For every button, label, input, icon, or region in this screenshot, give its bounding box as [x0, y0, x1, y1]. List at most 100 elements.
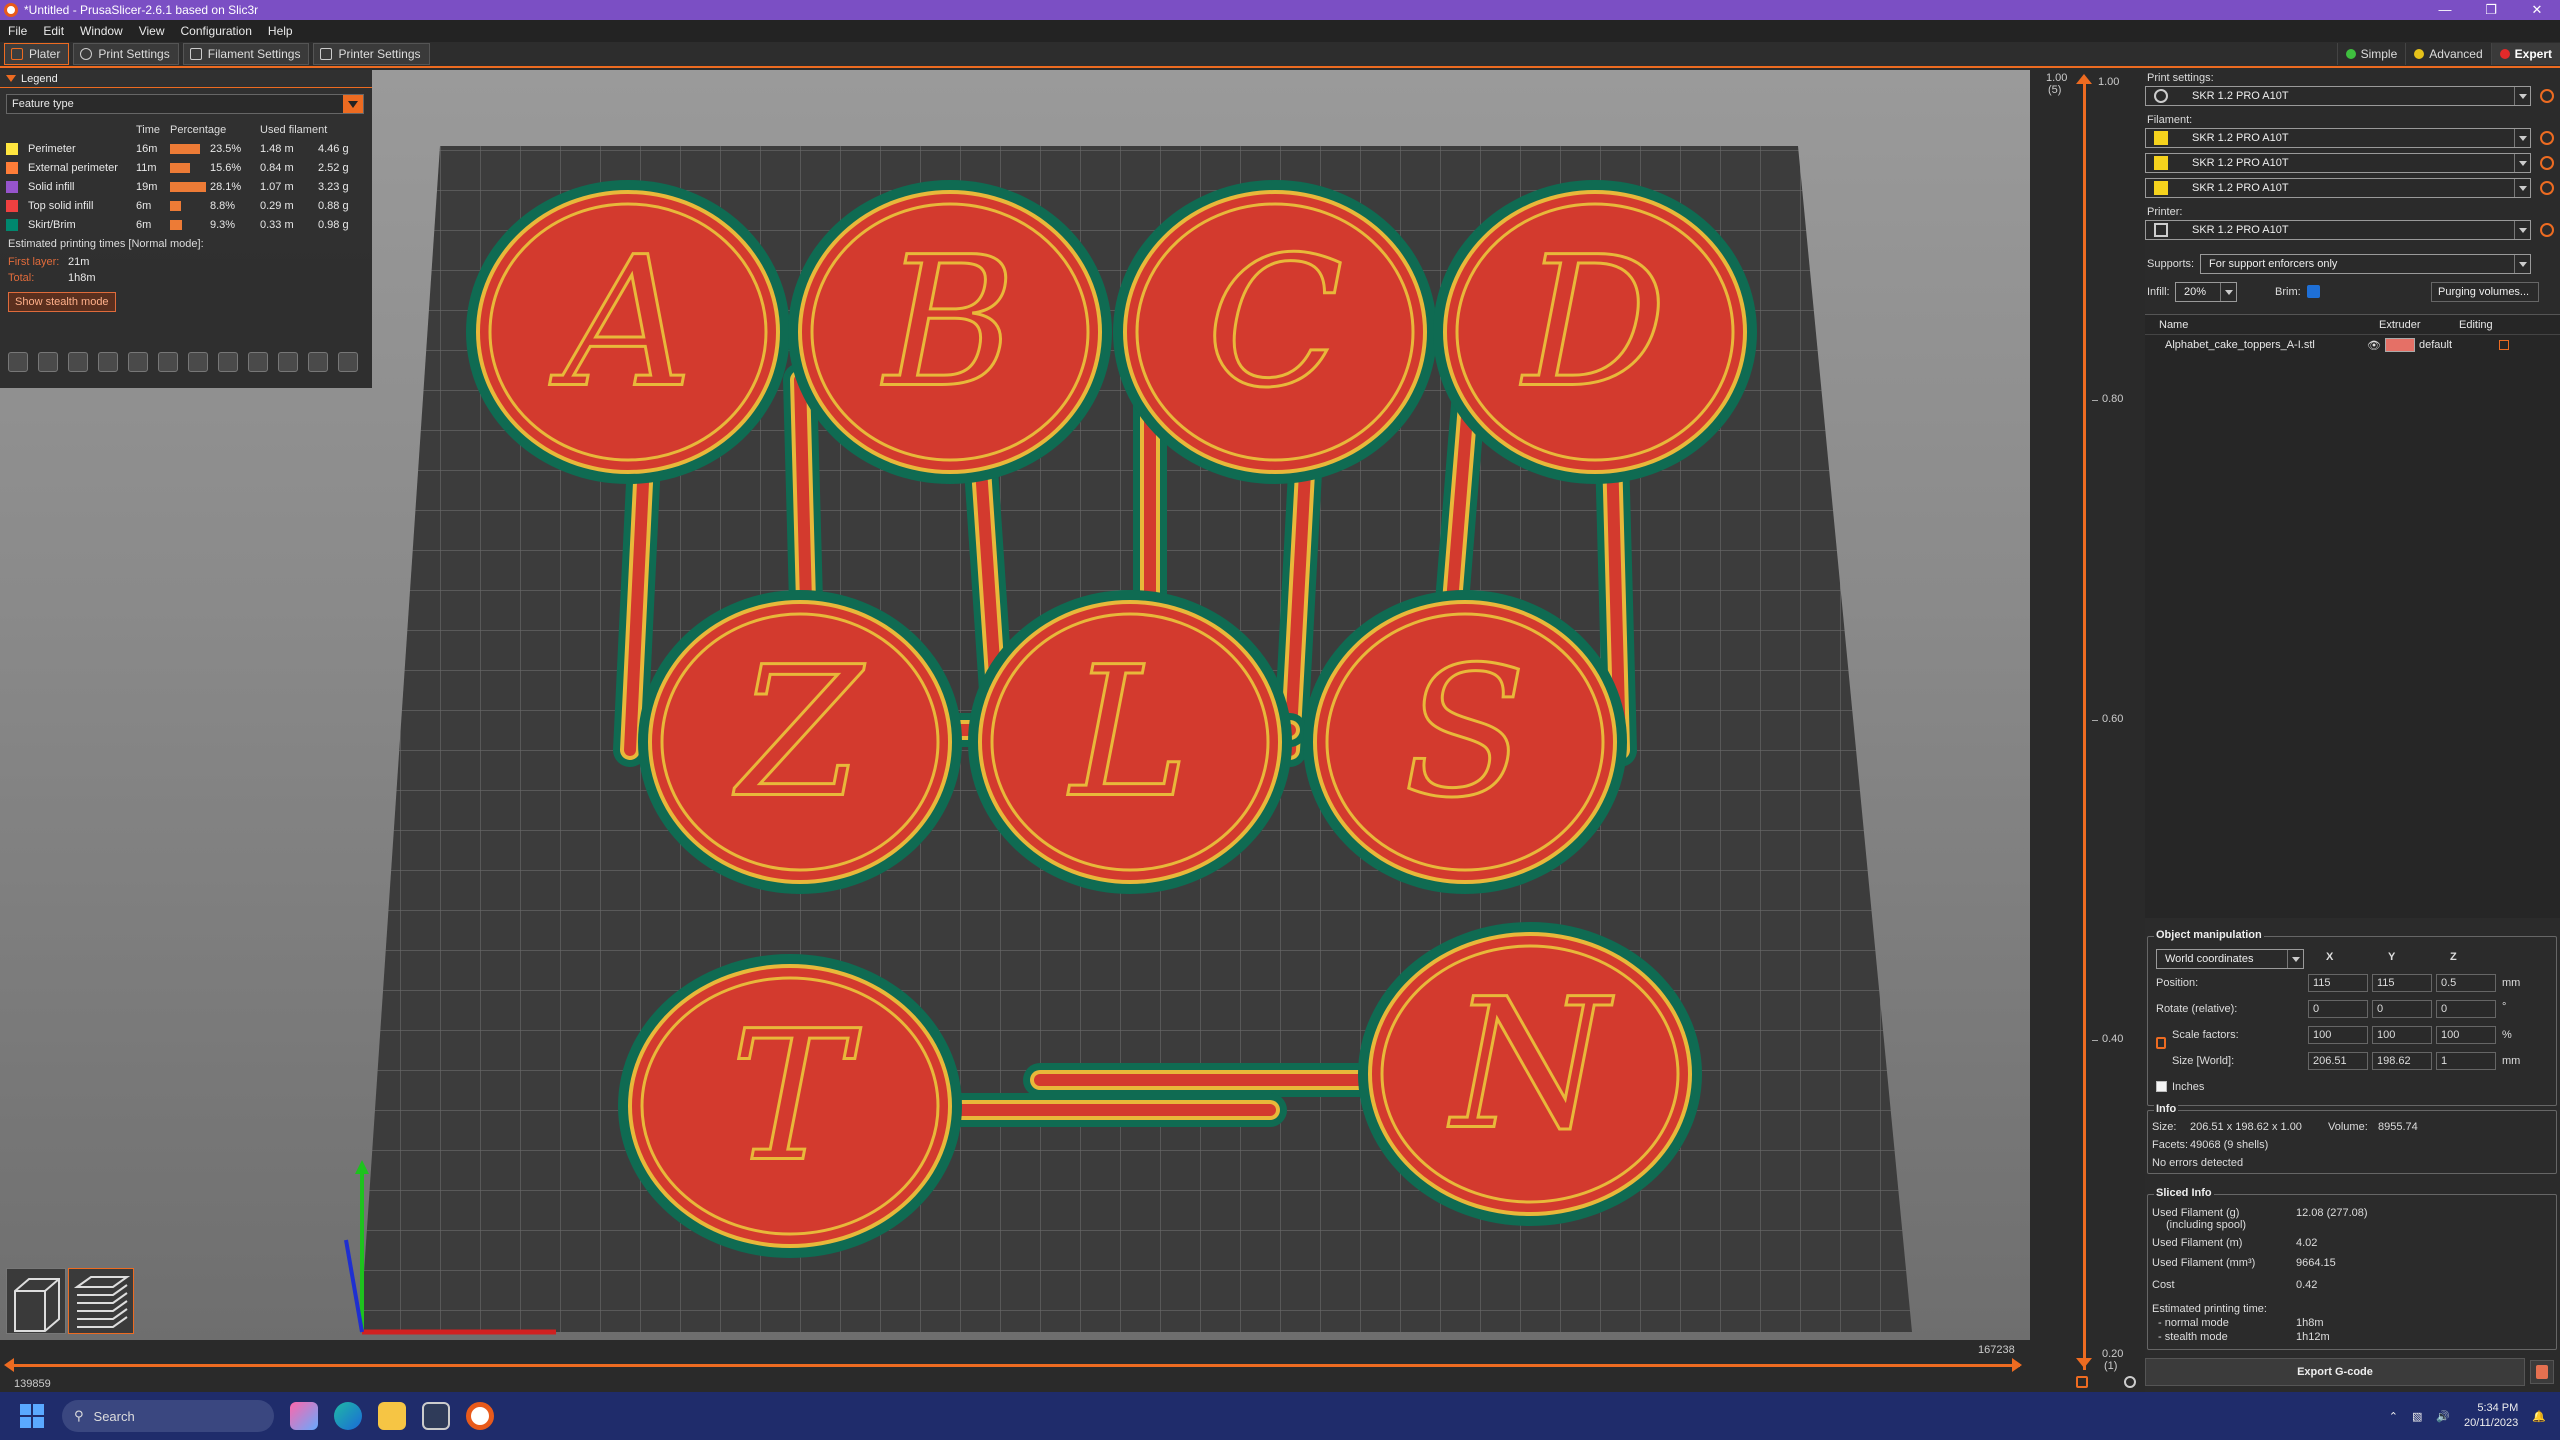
scale-x-input[interactable]: 100	[2308, 1026, 2368, 1044]
tool-marker-icon[interactable]	[338, 352, 358, 372]
position-y-input[interactable]: 115	[2372, 974, 2432, 992]
prusaslicer-taskbar-icon[interactable]	[466, 1402, 494, 1430]
retractions-icon[interactable]	[68, 352, 88, 372]
windows-start-icon[interactable]	[20, 1404, 44, 1428]
position-x-input[interactable]: 115	[2308, 974, 2368, 992]
legend-row[interactable]: Solid infill 19m 28.1% 1.07 m 3.23 g	[6, 177, 372, 196]
shells-icon[interactable]	[308, 352, 328, 372]
menu-edit[interactable]: Edit	[35, 24, 72, 38]
rotate-y-input[interactable]: 0	[2372, 1000, 2432, 1018]
network-icon[interactable]: ▧	[2412, 1410, 2422, 1423]
object-extruder[interactable]: default	[2419, 339, 2499, 351]
infill-combo[interactable]: 20%	[2175, 282, 2237, 302]
menu-help[interactable]: Help	[260, 24, 301, 38]
lock-icon[interactable]	[2076, 1376, 2088, 1388]
brim-checkbox[interactable]	[2307, 285, 2320, 298]
mode-advanced[interactable]: Advanced	[2405, 43, 2490, 65]
edit-preset-icon[interactable]	[2540, 89, 2554, 103]
filament-combo-3[interactable]: SKR 1.2 PRO A10T	[2145, 178, 2531, 198]
maximize-icon[interactable]: ❐	[2468, 2, 2514, 18]
edit-preset-icon[interactable]	[2540, 223, 2554, 237]
lower-thumb-icon[interactable]	[2076, 1358, 2092, 1368]
export-gcode-button[interactable]: Export G-code	[2145, 1358, 2525, 1386]
menu-view[interactable]: View	[131, 24, 173, 38]
custom-gcode-icon[interactable]	[248, 352, 268, 372]
sd-card-icon[interactable]	[2530, 1360, 2554, 1384]
cog-icon[interactable]	[2124, 1376, 2136, 1388]
chevron-down-icon	[2514, 255, 2530, 273]
print-settings-combo[interactable]: SKR 1.2 PRO A10T	[2145, 86, 2531, 106]
mode-expert[interactable]: Expert	[2490, 43, 2560, 65]
chevron-up-icon[interactable]: ⌃	[2389, 1410, 2398, 1423]
show-stealth-mode-button[interactable]: Show stealth mode	[8, 292, 116, 312]
legend-row[interactable]: Skirt/Brim 6m 9.3% 0.33 m 0.98 g	[6, 215, 372, 234]
mode-simple[interactable]: Simple	[2336, 43, 2406, 65]
edge-icon[interactable]	[334, 1402, 362, 1430]
tab-printer-settings[interactable]: Printer Settings	[313, 43, 430, 65]
feature-color-swatch	[6, 161, 18, 174]
filament-combo-2[interactable]: SKR 1.2 PRO A10T	[2145, 153, 2531, 173]
tab-plater[interactable]: Plater	[4, 43, 70, 65]
menu-window[interactable]: Window	[72, 24, 131, 38]
upper-thumb-icon[interactable]	[2076, 74, 2092, 84]
size-x-input[interactable]: 206.51	[2308, 1052, 2368, 1070]
object-row[interactable]: Alphabet_cake_toppers_A-I.stl 👁 default	[2145, 335, 2560, 355]
inches-checkbox[interactable]	[2156, 1081, 2167, 1092]
pause-icon[interactable]	[218, 352, 238, 372]
legend-header[interactable]: Legend	[0, 70, 372, 88]
rotate-x-input[interactable]: 0	[2308, 1000, 2368, 1018]
minimize-icon[interactable]: —	[2422, 2, 2468, 18]
title-bar: *Untitled - PrusaSlicer-2.6.1 based on S…	[0, 0, 2560, 20]
preview-button[interactable]	[68, 1268, 134, 1334]
windows-taskbar: ⚲ Search ⌃ ▧ 🔊 5:34 PM 20/11/2023 🔔	[0, 1392, 2560, 1440]
color-changes-icon[interactable]	[188, 352, 208, 372]
view-type-select[interactable]: Feature type	[6, 94, 364, 114]
volume-icon[interactable]: 🔊	[2436, 1410, 2450, 1423]
edit-preset-icon[interactable]	[2540, 156, 2554, 170]
clock[interactable]: 5:34 PM 20/11/2023	[2464, 1401, 2518, 1431]
taskbar-search[interactable]: ⚲ Search	[62, 1400, 274, 1432]
close-icon[interactable]: ✕	[2514, 2, 2560, 18]
legend-row[interactable]: Perimeter 16m 23.5% 1.48 m 4.46 g	[6, 139, 372, 158]
tool-changes-icon[interactable]	[158, 352, 178, 372]
lock-icon[interactable]	[2156, 1037, 2166, 1049]
layer-slider[interactable]: 1.00 (5) 1.00 0.80 0.60 0.40 0.20 (1)	[2030, 70, 2145, 1400]
printer-combo[interactable]: SKR 1.2 PRO A10T	[2145, 220, 2531, 240]
legend-row[interactable]: Top solid infill 6m 8.8% 0.29 m 0.88 g	[6, 196, 372, 215]
3d-view-button[interactable]	[6, 1268, 66, 1334]
size-z-input[interactable]: 1	[2436, 1052, 2496, 1070]
editing-icon[interactable]	[2499, 340, 2509, 350]
notification-bell-icon[interactable]: 🔔	[2532, 1410, 2546, 1423]
tab-print-settings[interactable]: Print Settings	[73, 43, 179, 65]
position-z-input[interactable]: 0.5	[2436, 974, 2496, 992]
wipe-icon[interactable]	[38, 352, 58, 372]
rotate-z-input[interactable]: 0	[2436, 1000, 2496, 1018]
deretractions-icon[interactable]	[98, 352, 118, 372]
legend-row[interactable]: External perimeter 11m 15.6% 0.84 m 2.52 g	[6, 158, 372, 177]
menu-file[interactable]: File	[0, 24, 35, 38]
file-explorer-icon[interactable]	[378, 1402, 406, 1430]
travel-icon[interactable]	[8, 352, 28, 372]
legend-options-toolbar	[8, 352, 358, 372]
center-of-gravity-icon[interactable]	[278, 352, 298, 372]
edit-preset-icon[interactable]	[2540, 181, 2554, 195]
left-thumb-icon[interactable]	[4, 1358, 14, 1372]
estimated-times: First layer: 21m Total: 1h8m	[8, 256, 96, 284]
right-thumb-icon[interactable]	[2012, 1358, 2022, 1372]
tab-filament-settings[interactable]: Filament Settings	[182, 43, 310, 65]
scale-z-input[interactable]: 100	[2436, 1026, 2496, 1044]
copilot-icon[interactable]	[290, 1402, 318, 1430]
edit-preset-icon[interactable]	[2540, 131, 2554, 145]
seams-icon[interactable]	[128, 352, 148, 372]
menu-configuration[interactable]: Configuration	[173, 24, 260, 38]
purging-volumes-button[interactable]: Purging volumes...	[2431, 282, 2539, 302]
scale-y-input[interactable]: 100	[2372, 1026, 2432, 1044]
size-y-input[interactable]: 198.62	[2372, 1052, 2432, 1070]
filament-combo-1[interactable]: SKR 1.2 PRO A10T	[2145, 128, 2531, 148]
moves-slider[interactable]: 139859 167238	[0, 1340, 2030, 1400]
feature-color-swatch	[6, 199, 18, 212]
coordinates-combo[interactable]: World coordinates	[2156, 949, 2304, 969]
supports-combo[interactable]: For support enforcers only	[2200, 254, 2531, 274]
eye-icon[interactable]: 👁	[2367, 339, 2385, 352]
store-icon[interactable]	[422, 1402, 450, 1430]
